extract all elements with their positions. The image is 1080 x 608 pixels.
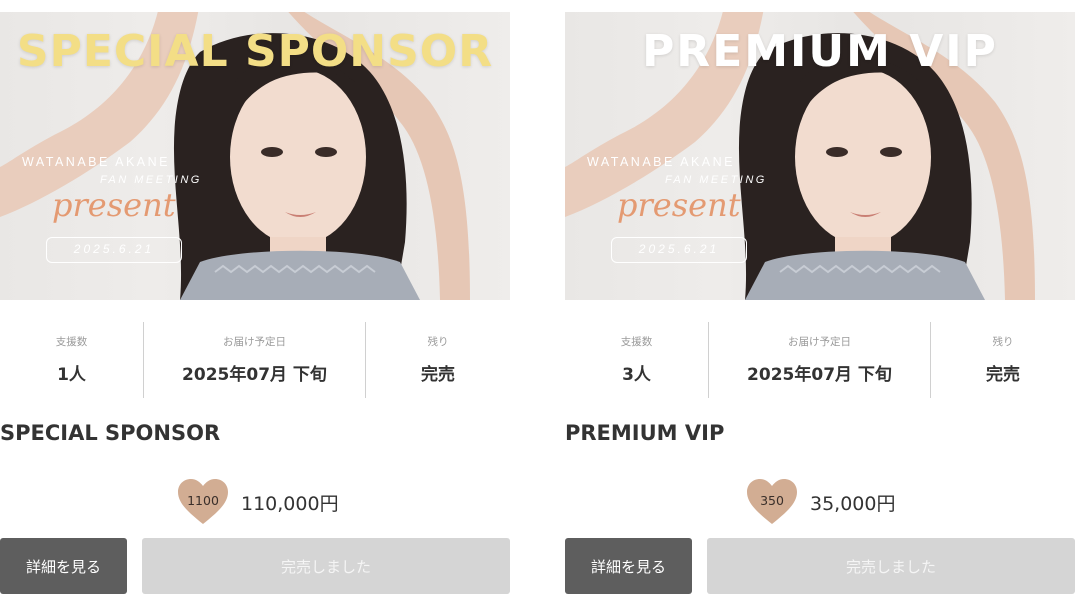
reward-card-premium-vip: PREMIUM VIP WATANABE AKANE FAN MEETING p…	[565, 0, 1075, 608]
view-details-button[interactable]: 詳細を見る	[0, 538, 127, 594]
stat-remaining: 残り 完売	[366, 322, 510, 398]
stat-remaining: 残り 完売	[931, 322, 1075, 398]
stat-label: 支援数	[620, 336, 653, 348]
stat-value: 3人	[622, 365, 651, 385]
price: 35,000円	[810, 492, 896, 515]
banner-script-text: present	[52, 186, 176, 224]
stat-value: 完売	[986, 365, 1020, 385]
view-details-button[interactable]: 詳細を見る	[565, 538, 692, 594]
reward-stats: 支援数 1人 お届け予定日 2025年07月 下旬 残り 完売	[0, 322, 510, 398]
banner-title: PREMIUM VIP	[642, 26, 998, 77]
heart-icon: 350	[745, 478, 799, 526]
banner-date-badge: 2025.6.21	[611, 237, 747, 263]
sold-out-button: 完売しました	[707, 538, 1075, 594]
stat-label: 残り	[427, 336, 449, 348]
stat-supporters: 支援数 1人	[0, 322, 143, 398]
reward-banner-image[interactable]: SPECIAL SPONSOR WATANABE AKANE FAN MEETI…	[0, 12, 510, 300]
price: 110,000円	[241, 492, 339, 515]
reward-stats: 支援数 3人 お届け予定日 2025年07月 下旬 残り 完売	[565, 322, 1075, 398]
stat-value: 完売	[421, 365, 455, 385]
price-row: 350 35,000円	[745, 478, 895, 526]
banner-talent-name: WATANABE AKANE	[587, 155, 735, 169]
heart-point-count: 1100	[187, 493, 219, 508]
stat-delivery-date: お届け予定日 2025年07月 下旬	[708, 322, 931, 398]
reward-title: SPECIAL SPONSOR	[0, 421, 221, 445]
reward-banner-image[interactable]: PREMIUM VIP WATANABE AKANE FAN MEETING p…	[565, 12, 1075, 300]
heart-point-count: 350	[760, 493, 784, 508]
stat-label: お届け予定日	[223, 336, 286, 348]
banner-event-name: FAN MEETING	[665, 174, 767, 186]
stat-label: 残り	[992, 336, 1014, 348]
stat-delivery-date: お届け予定日 2025年07月 下旬	[143, 322, 366, 398]
stat-value: 2025年07月 下旬	[182, 365, 327, 385]
stat-supporters: 支援数 3人	[565, 322, 708, 398]
sold-out-button: 完売しました	[142, 538, 510, 594]
price-row: 1100 110,000円	[176, 478, 339, 526]
reward-card-special-sponsor: SPECIAL SPONSOR WATANABE AKANE FAN MEETI…	[0, 0, 510, 608]
stat-label: 支援数	[55, 336, 88, 348]
heart-icon: 1100	[176, 478, 230, 526]
banner-event-name: FAN MEETING	[100, 174, 202, 186]
banner-date-badge: 2025.6.21	[46, 237, 182, 263]
stat-label: お届け予定日	[788, 336, 851, 348]
stat-value: 2025年07月 下旬	[747, 365, 892, 385]
banner-title: SPECIAL SPONSOR	[16, 26, 494, 77]
banner-talent-name: WATANABE AKANE	[22, 155, 170, 169]
reward-title: PREMIUM VIP	[565, 421, 725, 445]
stat-value: 1人	[57, 365, 86, 385]
banner-script-text: present	[617, 186, 741, 224]
